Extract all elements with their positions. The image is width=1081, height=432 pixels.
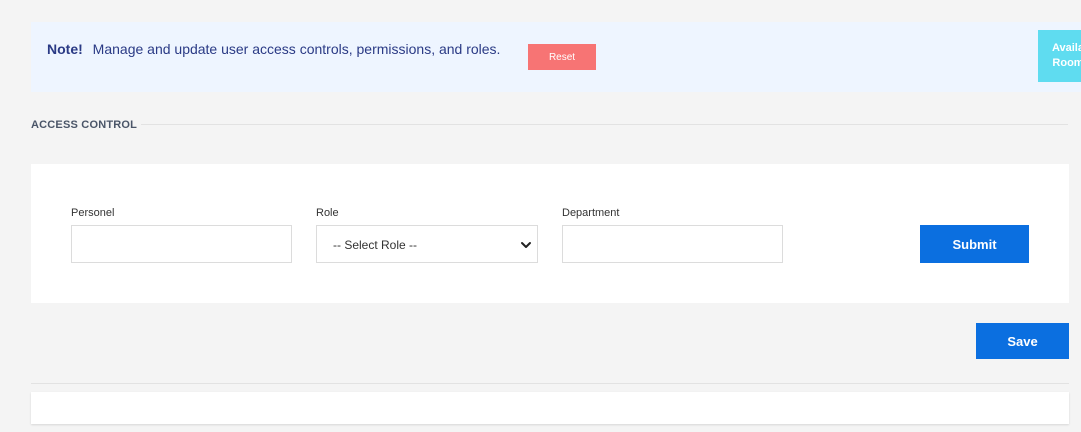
access-control-form: Personel Role -- Select Role -- Departme… bbox=[31, 164, 1069, 303]
department-input[interactable] bbox=[562, 225, 783, 263]
section-divider bbox=[141, 124, 1068, 125]
personel-input[interactable] bbox=[71, 225, 292, 263]
note-label: Note! bbox=[47, 41, 83, 57]
section-title: ACCESS CONTROL bbox=[31, 119, 138, 131]
available-rooms-label-line1: Availa bbox=[1051, 42, 1081, 54]
department-label: Department bbox=[562, 207, 620, 219]
content-divider bbox=[31, 383, 1069, 384]
results-panel bbox=[31, 392, 1069, 424]
note-message: Note! Manage and update user access cont… bbox=[47, 41, 500, 57]
available-rooms-label-line2: Room bbox=[1052, 57, 1081, 69]
submit-button[interactable]: Submit bbox=[920, 225, 1029, 263]
chevron-down-icon bbox=[521, 242, 531, 248]
role-label: Role bbox=[316, 207, 339, 219]
save-button[interactable]: Save bbox=[976, 323, 1069, 359]
role-select[interactable]: -- Select Role -- bbox=[316, 225, 538, 263]
role-select-value: -- Select Role -- bbox=[333, 238, 418, 252]
note-banner: Note! Manage and update user access cont… bbox=[31, 22, 1081, 92]
personel-label: Personel bbox=[71, 207, 115, 219]
available-rooms-button[interactable]: Availa Room bbox=[1038, 30, 1081, 82]
reset-button[interactable]: Reset bbox=[528, 44, 596, 70]
note-text: Manage and update user access controls, … bbox=[92, 41, 501, 57]
